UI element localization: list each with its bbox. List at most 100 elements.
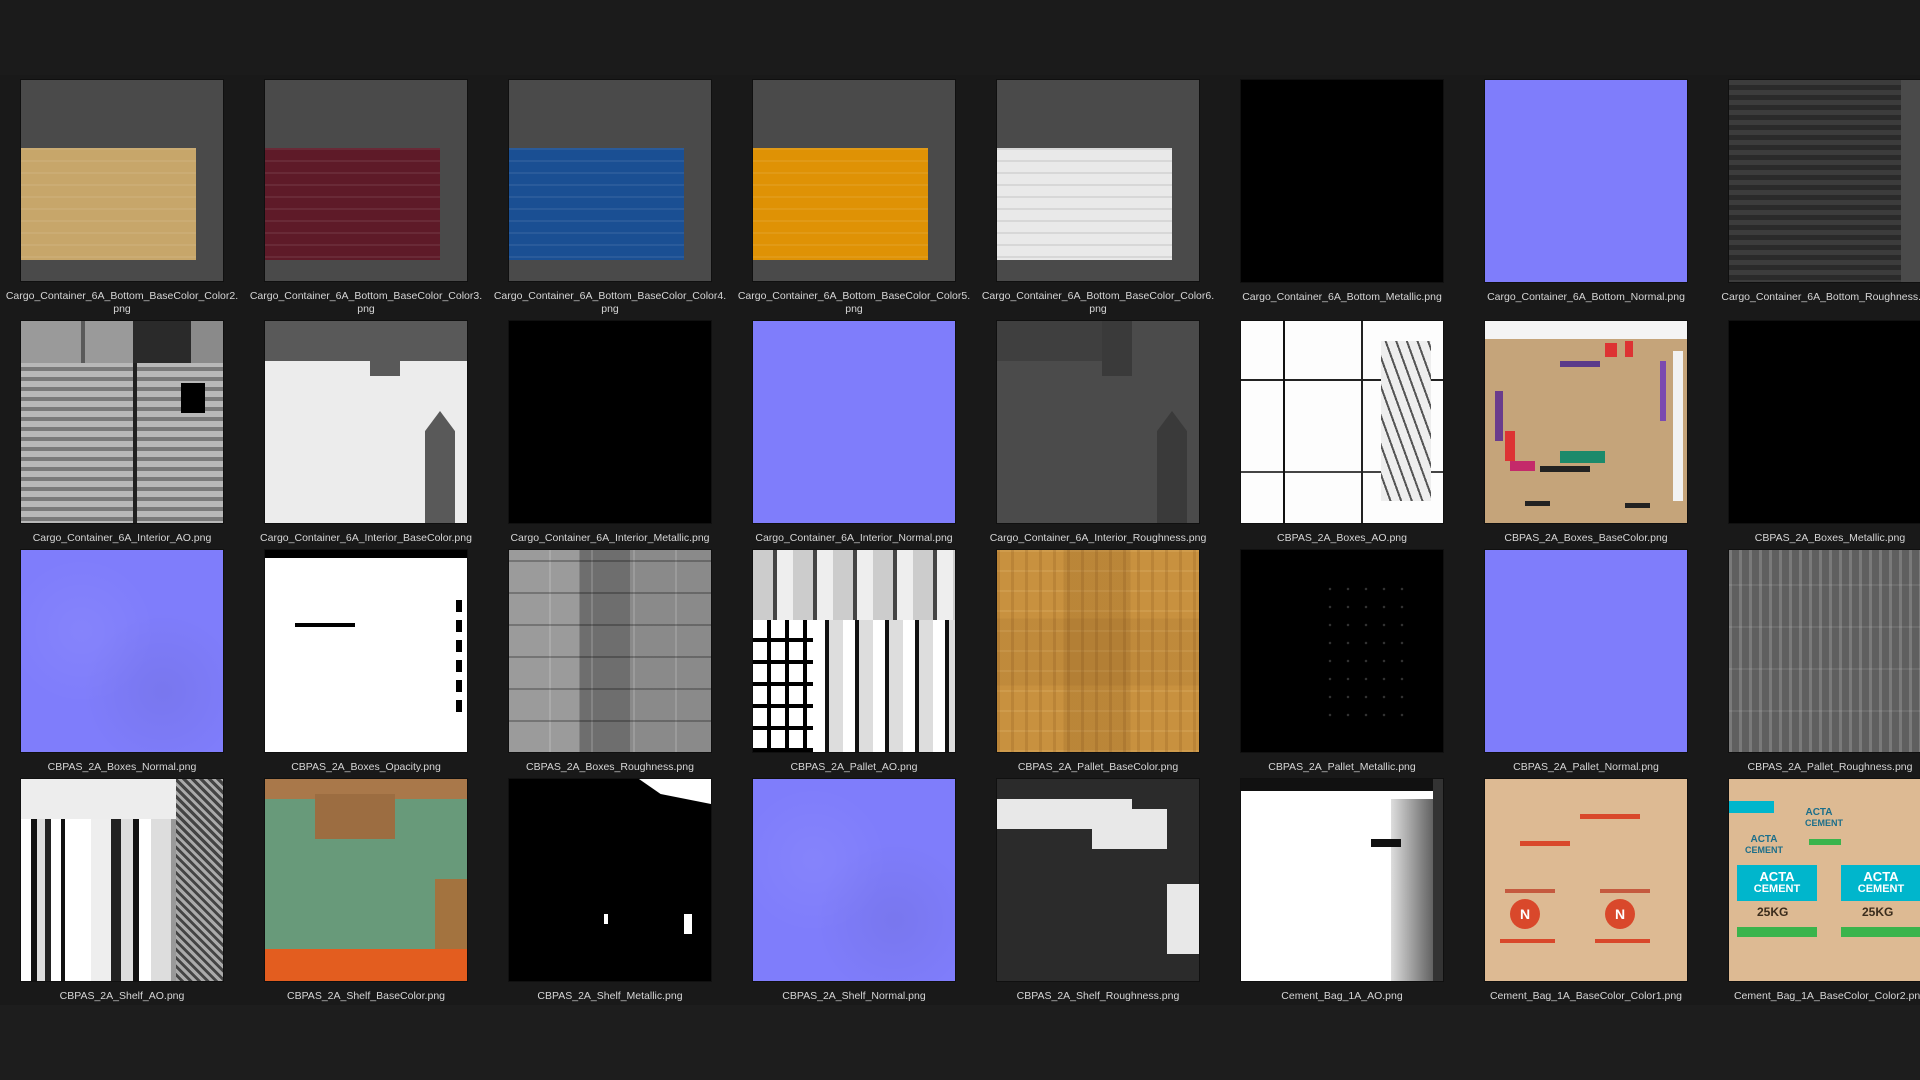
- file-name: Cargo_Container_6A_Bottom_BaseColor_Colo…: [249, 290, 483, 315]
- texture-thumbnail: ACTA CEMENT ACTA CEMENT ACTA CEMENT ACTA…: [1729, 779, 1920, 981]
- texture-thumbnail: [1485, 550, 1687, 752]
- bottom-bar: [0, 1005, 1920, 1080]
- bag-brand-text: CEMENT: [1805, 818, 1843, 828]
- thumbnail-grid: Cargo_Container_6A_Bottom_BaseColor_Colo…: [0, 75, 1920, 1005]
- file-tile[interactable]: CBPAS_2A_Shelf_Normal.png: [732, 774, 976, 1004]
- texture-thumbnail: [265, 779, 467, 981]
- texture-thumbnail: [1485, 321, 1687, 523]
- texture-thumbnail: [509, 321, 711, 523]
- file-tile[interactable]: CBPAS_2A_Boxes_BaseColor.png: [1464, 316, 1708, 545]
- texture-thumbnail: [753, 550, 955, 752]
- file-tile[interactable]: Cargo_Container_6A_Interior_Roughness.pn…: [976, 316, 1220, 545]
- file-name: CBPAS_2A_Shelf_AO.png: [59, 990, 185, 1002]
- file-tile[interactable]: CBPAS_2A_Pallet_Normal.png: [1464, 545, 1708, 774]
- file-name: CBPAS_2A_Boxes_Metallic.png: [1754, 532, 1906, 544]
- file-tile[interactable]: Cargo_Container_6A_Bottom_BaseColor_Colo…: [488, 75, 732, 316]
- file-tile[interactable]: CBPAS_2A_Pallet_Metallic.png: [1220, 545, 1464, 774]
- file-tile[interactable]: Cargo_Container_6A_Bottom_Normal.png: [1464, 75, 1708, 316]
- brand-stamp-icon: N: [1605, 899, 1635, 929]
- file-name: CBPAS_2A_Pallet_BaseColor.png: [1017, 761, 1179, 773]
- file-tile[interactable]: CBPAS_2A_Shelf_AO.png: [0, 774, 244, 1004]
- texture-thumbnail: [21, 321, 223, 523]
- file-tile[interactable]: CBPAS_2A_Pallet_BaseColor.png: [976, 545, 1220, 774]
- bag-brand-text: CEMENT: [1745, 845, 1783, 855]
- texture-thumbnail: [265, 80, 467, 281]
- texture-thumbnail: [21, 550, 223, 752]
- texture-thumbnail: [1241, 80, 1443, 282]
- file-name: Cargo_Container_6A_Interior_Metallic.png: [510, 532, 710, 544]
- file-tile[interactable]: CBPAS_2A_Shelf_BaseColor.png: [244, 774, 488, 1004]
- file-name: CBPAS_2A_Boxes_Normal.png: [47, 761, 197, 773]
- texture-thumbnail: [1729, 321, 1920, 523]
- brand-stamp-icon: N: [1510, 899, 1540, 929]
- file-name: CBPAS_2A_Shelf_Normal.png: [782, 990, 926, 1002]
- file-name: CBPAS_2A_Pallet_Normal.png: [1513, 761, 1659, 773]
- file-name: CBPAS_2A_Shelf_Roughness.png: [1016, 990, 1180, 1002]
- file-name: CBPAS_2A_Boxes_Roughness.png: [526, 761, 694, 773]
- bag-brand-text: ACTA: [1863, 869, 1899, 884]
- file-name: Cargo_Container_6A_Interior_AO.png: [32, 532, 212, 544]
- texture-thumbnail: [753, 321, 955, 523]
- file-thumbnail-panel: Cargo_Container_6A_Bottom_BaseColor_Colo…: [0, 75, 1920, 1005]
- file-tile[interactable]: Cargo_Container_6A_Interior_AO.png: [0, 316, 244, 545]
- texture-thumbnail: [753, 779, 955, 981]
- file-tile[interactable]: CBPAS_2A_Boxes_Normal.png: [0, 545, 244, 774]
- texture-thumbnail: [509, 80, 711, 281]
- file-tile[interactable]: N N Cement_Bag_1A_BaseColor_Color1.png: [1464, 774, 1708, 1004]
- texture-thumbnail: [265, 321, 467, 523]
- texture-thumbnail: [753, 80, 955, 281]
- file-tile[interactable]: CBPAS_2A_Shelf_Metallic.png: [488, 774, 732, 1004]
- texture-thumbnail: N N: [1485, 779, 1687, 981]
- file-name: Cargo_Container_6A_Interior_Normal.png: [755, 532, 953, 544]
- file-name: CBPAS_2A_Pallet_Metallic.png: [1268, 761, 1416, 773]
- texture-thumbnail: [1241, 550, 1443, 752]
- texture-thumbnail: [997, 550, 1199, 752]
- texture-thumbnail: [21, 779, 223, 981]
- file-tile[interactable]: Cargo_Container_6A_Bottom_BaseColor_Colo…: [0, 75, 244, 316]
- texture-thumbnail: [509, 779, 711, 981]
- file-name: CBPAS_2A_Pallet_Roughness.png: [1747, 761, 1913, 773]
- file-name: Cargo_Container_6A_Bottom_Roughness.png: [1721, 291, 1920, 303]
- file-tile[interactable]: Cargo_Container_6A_Interior_Metallic.png: [488, 316, 732, 545]
- file-name: Cement_Bag_1A_AO.png: [1281, 990, 1403, 1002]
- file-tile[interactable]: Cargo_Container_6A_Interior_Normal.png: [732, 316, 976, 545]
- bag-weight-text: 25KG: [1757, 905, 1789, 919]
- file-tile[interactable]: CBPAS_2A_Boxes_AO.png: [1220, 316, 1464, 545]
- file-name: Cement_Bag_1A_BaseColor_Color2.png: [1733, 990, 1920, 1002]
- bag-brand-text: CEMENT: [1753, 883, 1801, 895]
- file-name: CBPAS_2A_Boxes_BaseColor.png: [1504, 532, 1668, 544]
- texture-thumbnail: [1241, 779, 1443, 981]
- file-tile[interactable]: Cargo_Container_6A_Bottom_BaseColor_Colo…: [976, 75, 1220, 316]
- texture-thumbnail: [1241, 321, 1443, 523]
- file-name: CBPAS_2A_Boxes_Opacity.png: [291, 761, 441, 773]
- file-tile[interactable]: Cargo_Container_6A_Bottom_BaseColor_Colo…: [732, 75, 976, 316]
- texture-thumbnail: [997, 80, 1199, 281]
- file-tile[interactable]: ACTA CEMENT ACTA CEMENT ACTA CEMENT ACTA…: [1708, 774, 1920, 1004]
- file-tile[interactable]: Cargo_Container_6A_Bottom_BaseColor_Colo…: [244, 75, 488, 316]
- bag-brand-text: ACTA: [1759, 869, 1795, 884]
- file-name: Cargo_Container_6A_Interior_Roughness.pn…: [989, 532, 1207, 544]
- file-tile[interactable]: CBPAS_2A_Boxes_Roughness.png: [488, 545, 732, 774]
- file-tile[interactable]: Cargo_Container_6A_Bottom_Roughness.png: [1708, 75, 1920, 316]
- file-tile[interactable]: CBPAS_2A_Boxes_Metallic.png: [1708, 316, 1920, 545]
- texture-thumbnail: [21, 80, 223, 281]
- file-tile[interactable]: CBPAS_2A_Pallet_Roughness.png: [1708, 545, 1920, 774]
- file-name: Cargo_Container_6A_Bottom_BaseColor_Colo…: [981, 290, 1215, 315]
- texture-thumbnail: [509, 550, 711, 752]
- file-name: Cargo_Container_6A_Bottom_BaseColor_Colo…: [5, 290, 239, 315]
- file-tile[interactable]: CBPAS_2A_Boxes_Opacity.png: [244, 545, 488, 774]
- file-tile[interactable]: Cement_Bag_1A_AO.png: [1220, 774, 1464, 1004]
- top-bar: [0, 0, 1920, 75]
- file-name: Cargo_Container_6A_Bottom_Metallic.png: [1242, 291, 1442, 303]
- file-name: Cement_Bag_1A_BaseColor_Color1.png: [1489, 990, 1683, 1002]
- file-tile[interactable]: CBPAS_2A_Pallet_AO.png: [732, 545, 976, 774]
- texture-thumbnail: [997, 321, 1199, 523]
- bag-brand-text: ACTA: [1750, 834, 1778, 845]
- file-tile[interactable]: CBPAS_2A_Shelf_Roughness.png: [976, 774, 1220, 1004]
- file-tile[interactable]: Cargo_Container_6A_Bottom_Metallic.png: [1220, 75, 1464, 316]
- file-name: CBPAS_2A_Shelf_Metallic.png: [537, 990, 683, 1002]
- file-name: Cargo_Container_6A_Interior_BaseColor.pn…: [260, 532, 472, 544]
- bag-weight-text: 25KG: [1862, 905, 1894, 919]
- bag-brand-text: CEMENT: [1857, 883, 1905, 895]
- file-tile[interactable]: Cargo_Container_6A_Interior_BaseColor.pn…: [244, 316, 488, 545]
